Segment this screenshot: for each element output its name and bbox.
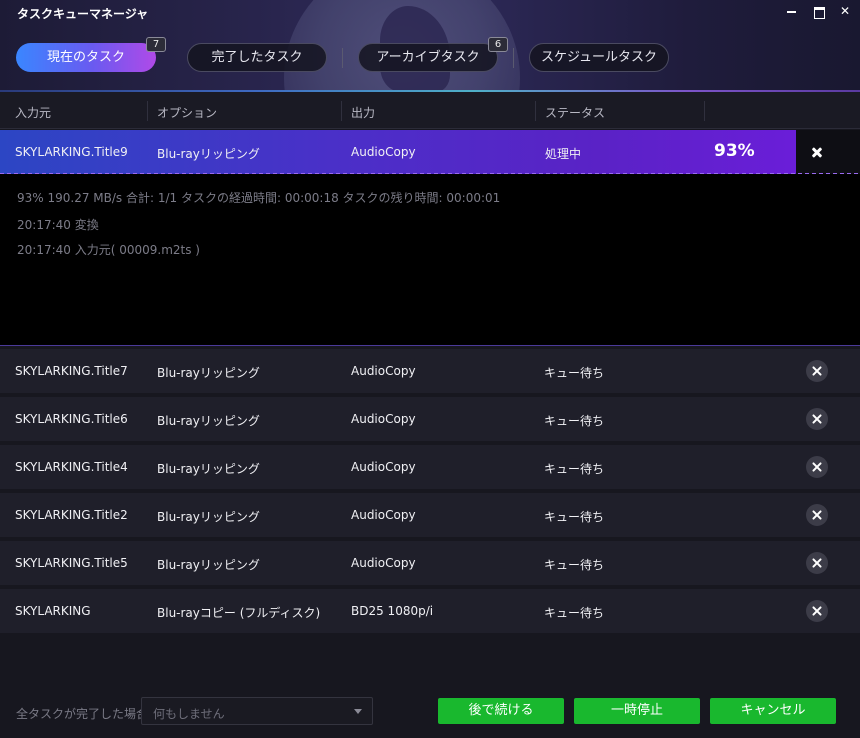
task-option: Blu-rayリッピング <box>157 414 260 428</box>
task-status: キュー待ち <box>544 462 605 476</box>
pause-button[interactable]: 一時停止 <box>574 698 700 724</box>
task-source: SKYLARKING.Title9 <box>15 145 128 159</box>
tab-current-tasks-badge: 7 <box>146 37 166 52</box>
task-progress-percent: 93% <box>714 141 755 161</box>
task-output: AudioCopy <box>351 412 416 426</box>
column-header-option: オプション <box>157 106 218 120</box>
column-divider <box>535 101 536 121</box>
remove-task-icon[interactable] <box>806 552 828 574</box>
remove-task-icon[interactable] <box>806 600 828 622</box>
remove-task-icon[interactable] <box>806 456 828 478</box>
task-source: SKYLARKING.Title2 <box>15 508 128 522</box>
close-icon[interactable]: ✕ <box>838 4 852 18</box>
task-status: キュー待ち <box>544 366 605 380</box>
tab-archive-tasks[interactable]: アーカイブタスク <box>358 43 498 72</box>
table-row[interactable]: SKYLARKING.Title2 Blu-rayリッピング AudioCopy… <box>0 493 860 537</box>
tab-separator <box>342 48 343 68</box>
task-output: AudioCopy <box>351 508 416 522</box>
log-line: 20:17:40 入力元( 00009.m2ts ) <box>17 243 200 257</box>
continue-later-button[interactable]: 後で続ける <box>438 698 564 724</box>
table-row[interactable]: SKYLARKING Blu-rayコピー (フルディスク) BD25 1080… <box>0 589 860 633</box>
after-completion-select[interactable]: 何もしません <box>141 697 373 725</box>
tab-scheduled-tasks[interactable]: スケジュールタスク <box>529 43 669 72</box>
table-row[interactable]: SKYLARKING.Title6 Blu-rayリッピング AudioCopy… <box>0 397 860 441</box>
remove-task-icon[interactable] <box>806 504 828 526</box>
task-source: SKYLARKING.Title6 <box>15 412 128 426</box>
task-output: BD25 1080p/i <box>351 604 434 618</box>
tab-completed-tasks[interactable]: 完了したタスク <box>187 43 327 72</box>
after-completion-label: 全タスクが完了した場合: <box>16 707 153 721</box>
column-header-status: ステータス <box>545 106 606 120</box>
table-row[interactable]: SKYLARKING.Title4 Blu-rayリッピング AudioCopy… <box>0 445 860 489</box>
task-output: AudioCopy <box>351 460 416 474</box>
log-line: 93% 190.27 MB/s 合計: 1/1 タスクの経過時間: 00:00:… <box>17 191 501 205</box>
column-header-row: 入力元 オプション 出力 ステータス <box>0 92 860 129</box>
task-option: Blu-rayリッピング <box>157 147 260 161</box>
remove-task-icon[interactable] <box>806 408 828 430</box>
task-output: AudioCopy <box>351 556 416 570</box>
active-task-row[interactable]: SKYLARKING.Title9 Blu-rayリッピング AudioCopy… <box>0 130 860 174</box>
task-option: Blu-rayコピー (フルディスク) <box>157 606 321 620</box>
remove-task-icon[interactable] <box>806 141 828 163</box>
task-output: AudioCopy <box>351 364 416 378</box>
task-source: SKYLARKING <box>15 604 91 618</box>
task-status: 処理中 <box>545 147 582 161</box>
chevron-down-icon <box>354 709 362 714</box>
maximize-icon[interactable] <box>812 4 826 19</box>
task-source: SKYLARKING.Title7 <box>15 364 128 378</box>
remove-task-icon[interactable] <box>806 360 828 382</box>
column-divider <box>704 101 705 121</box>
log-line: 20:17:40 変換 <box>17 218 99 232</box>
task-log-panel: 93% 190.27 MB/s 合計: 1/1 タスクの経過時間: 00:00:… <box>0 174 860 346</box>
task-source: SKYLARKING.Title5 <box>15 556 128 570</box>
task-option: Blu-rayリッピング <box>157 510 260 524</box>
task-option: Blu-rayリッピング <box>157 366 260 380</box>
window-title: タスクキューマネージャ <box>17 7 149 21</box>
task-option: Blu-rayリッピング <box>157 462 260 476</box>
task-status: キュー待ち <box>544 558 605 572</box>
after-completion-select-value: 何もしません <box>153 707 225 721</box>
task-source: SKYLARKING.Title4 <box>15 460 128 474</box>
tab-current-tasks[interactable]: 現在のタスク <box>16 43 156 72</box>
column-divider <box>341 101 342 121</box>
task-status: キュー待ち <box>544 606 605 620</box>
tab-archive-tasks-badge: 6 <box>488 37 508 52</box>
tab-separator <box>513 48 514 68</box>
table-row[interactable]: SKYLARKING.Title7 Blu-rayリッピング AudioCopy… <box>0 349 860 393</box>
column-divider <box>147 101 148 121</box>
cancel-button[interactable]: キャンセル <box>710 698 836 724</box>
task-status: キュー待ち <box>544 510 605 524</box>
task-option: Blu-rayリッピング <box>157 558 260 572</box>
minimize-icon[interactable] <box>785 4 799 18</box>
task-output: AudioCopy <box>351 145 416 159</box>
column-header-output: 出力 <box>351 106 376 120</box>
column-header-source: 入力元 <box>15 106 52 120</box>
task-status: キュー待ち <box>544 414 605 428</box>
table-row[interactable]: SKYLARKING.Title5 Blu-rayリッピング AudioCopy… <box>0 541 860 585</box>
